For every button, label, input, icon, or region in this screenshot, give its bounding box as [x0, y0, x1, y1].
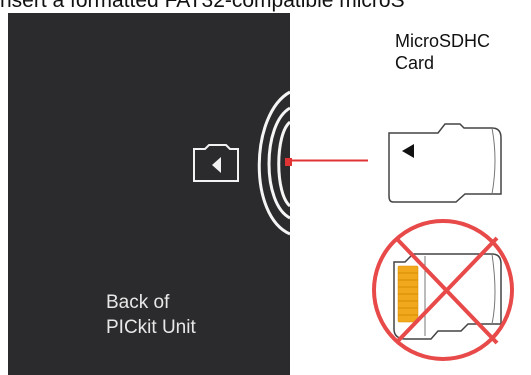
unit-label: Back of PICkit Unit	[106, 290, 196, 340]
unit-label-line1: Back of	[106, 292, 170, 313]
card-label: MicroSDHC Card	[395, 30, 490, 74]
diagram-stage: nsert a formatted FAT32-compatible micro…	[0, 0, 531, 375]
card-label-line1: MicroSDHC	[395, 31, 491, 51]
sd-card-icon	[193, 144, 239, 182]
correct-card-icon	[388, 123, 502, 203]
card-label-line2: Card	[395, 53, 435, 73]
pointer-line	[285, 158, 368, 166]
unit-label-line2: PICkit Unit	[106, 317, 196, 338]
